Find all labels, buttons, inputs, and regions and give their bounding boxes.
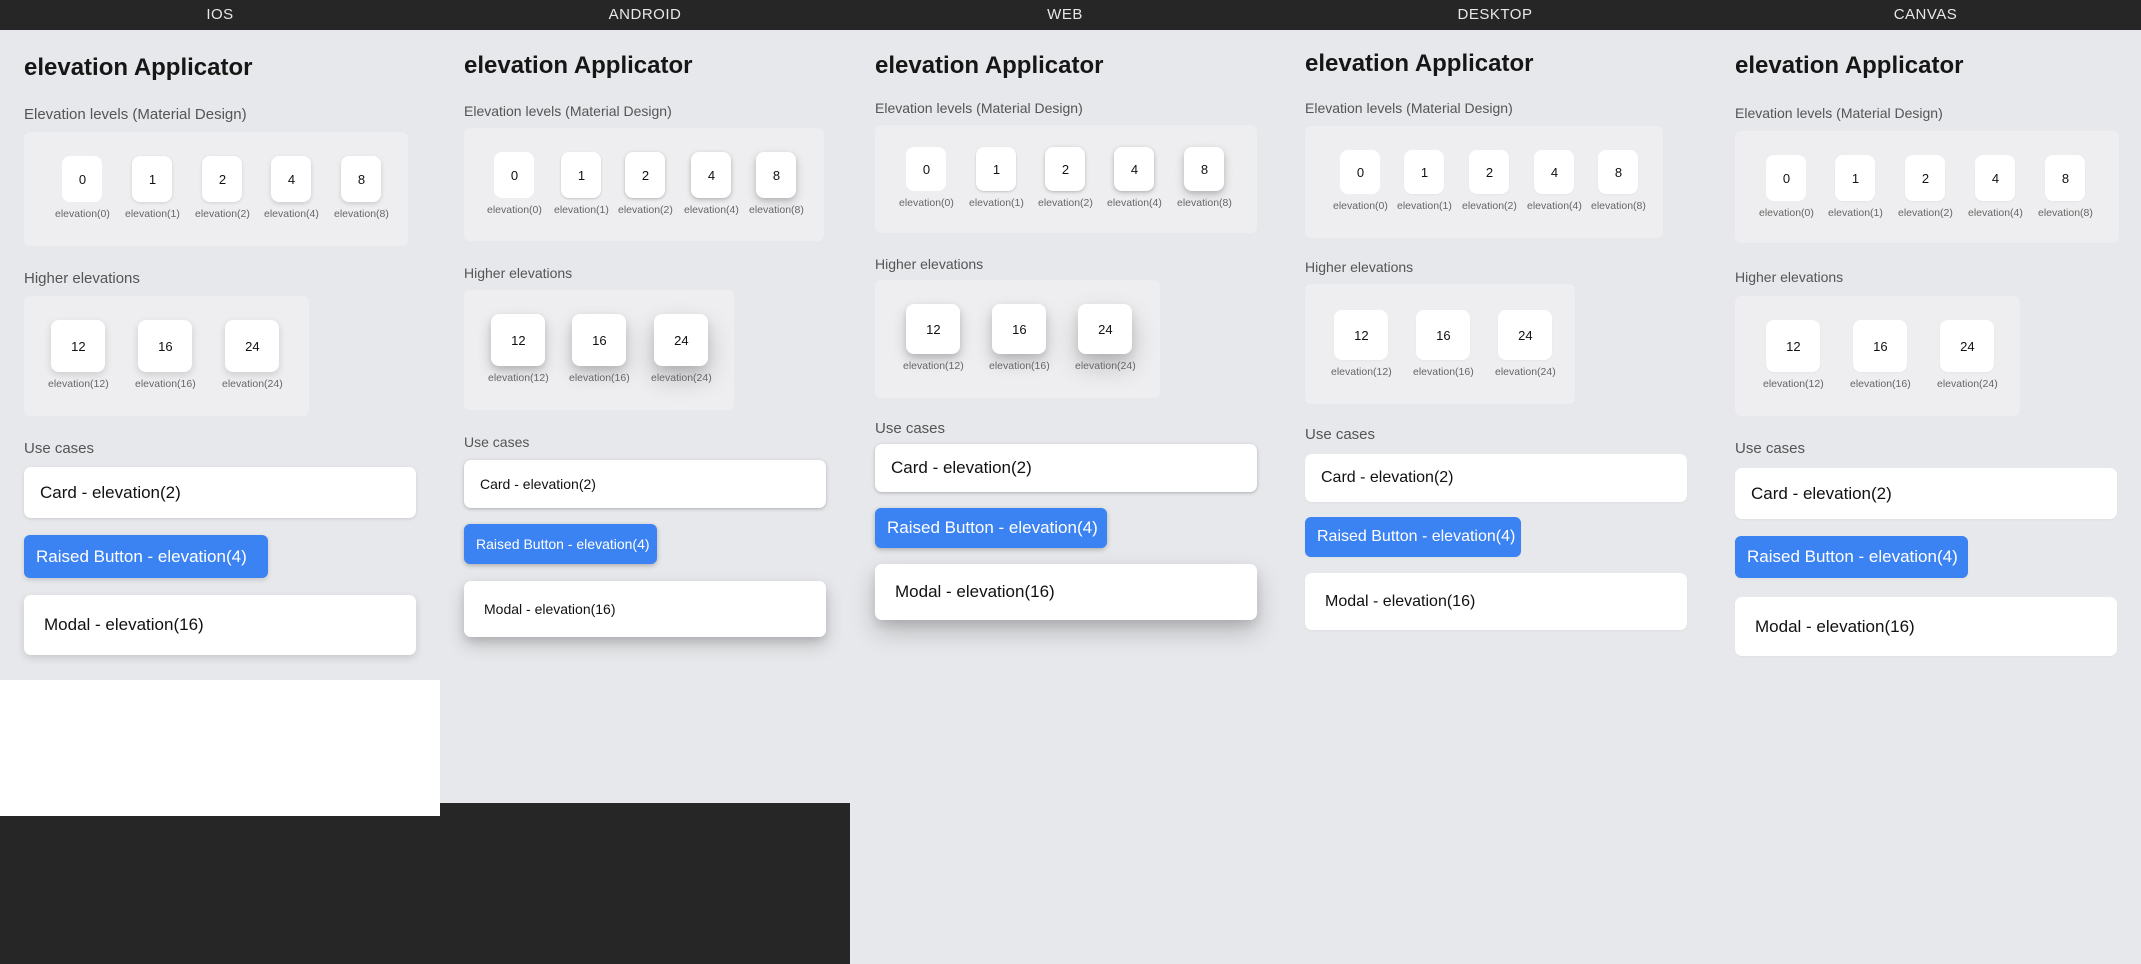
higher-section-label: Higher elevations (1735, 269, 1844, 285)
card-example: Card - elevation(2) (464, 460, 826, 508)
elevation-swatch-12: 12 elevation(12) (903, 304, 964, 372)
elevation-swatch-4: 4 elevation(4) (264, 156, 319, 220)
elevation-swatch-1: 1 elevation(1) (125, 156, 180, 220)
elevation-swatch-4: 4 elevation(4) (1968, 155, 2023, 219)
elevation-swatch-8: 8 elevation(8) (1177, 147, 1232, 209)
elevation-swatch-1: 1 elevation(1) (1397, 150, 1452, 212)
use-cases-label: Use cases (24, 440, 95, 457)
raised-button[interactable]: Raised Button - elevation(4) (875, 508, 1107, 548)
card-example: Card - elevation(2) (875, 444, 1257, 492)
elevation-swatch-12: 12 elevation(12) (48, 320, 109, 390)
column-header-android: ANDROID (440, 0, 850, 30)
elevation-swatch-4: 4 elevation(4) (1527, 150, 1582, 212)
higher-section-label: Higher elevations (24, 270, 140, 287)
page-title: elevation Applicator (1305, 50, 1534, 77)
modal-example: Modal - elevation(16) (1305, 573, 1687, 630)
web-panel: elevation Applicator Elevation levels (M… (850, 30, 1280, 964)
elevation-swatch-0: 0 elevation(0) (1333, 150, 1388, 212)
elevation-swatch-12: 12 elevation(12) (1763, 320, 1824, 390)
android-panel: elevation Applicator Elevation levels (M… (440, 30, 850, 803)
page-title: elevation Applicator (1735, 52, 1964, 79)
levels-tray: 0 elevation(0) 1 elevation(1) 2 elevation(2… (1305, 126, 1663, 238)
elevation-swatch-24: 24 elevation(24) (222, 320, 283, 390)
higher-tray: 12 elevation(12) 16 elevation(16) 24 elevat… (24, 296, 309, 416)
raised-button[interactable]: Raised Button - elevation(4) (464, 524, 657, 564)
column-header-web: WEB (850, 0, 1280, 30)
ios-panel: elevation Applicator Elevation levels (M… (0, 30, 440, 680)
elevation-swatch-2: 2 elevation(2) (1462, 150, 1517, 212)
card-example: Card - elevation(2) (1735, 468, 2117, 519)
elevation-swatch-8: 8 elevation(8) (749, 152, 804, 216)
elevation-swatch-24: 24 elevation(24) (1937, 320, 1998, 390)
elevation-swatch-2: 2 elevation(2) (618, 152, 673, 216)
elevation-swatch-8: 8 elevation(8) (334, 156, 389, 220)
levels-section-label: Elevation levels (Material Design) (24, 106, 247, 123)
elevation-swatch-4: 4 elevation(4) (1107, 147, 1162, 209)
elevation-swatch-4: 4 elevation(4) (684, 152, 739, 216)
elevation-swatch-16: 16 elevation(16) (569, 314, 630, 384)
raised-button[interactable]: Raised Button - elevation(4) (1735, 536, 1968, 578)
elevation-swatch-24: 24 elevation(24) (1495, 310, 1556, 378)
elevation-swatch-2: 2 elevation(2) (1898, 155, 1953, 219)
elevation-swatch-16: 16 elevation(16) (1413, 310, 1474, 378)
elevation-swatch-1: 1 elevation(1) (1828, 155, 1883, 219)
elevation-swatch-0: 0 elevation(0) (899, 147, 954, 209)
levels-section-label: Elevation levels (Material Design) (1735, 105, 1943, 121)
desktop-panel: elevation Applicator Elevation levels (M… (1280, 30, 1710, 964)
levels-tray: 0 elevation(0) 1 elevation(1) 2 elevation(2… (464, 128, 824, 241)
use-cases-label: Use cases (1305, 426, 1376, 443)
column-header-canvas: CANVAS (1710, 0, 2141, 30)
use-cases-label: Use cases (875, 420, 946, 437)
page-title: elevation Applicator (875, 52, 1104, 79)
elevation-swatch-12: 12 elevation(12) (1331, 310, 1392, 378)
elevation-swatch-16: 16 elevation(16) (135, 320, 196, 390)
column-header-desktop: DESKTOP (1280, 0, 1710, 30)
higher-tray: 12 elevation(12) 16 elevation(16) 24 elevat… (1305, 284, 1575, 404)
elevation-swatch-2: 2 elevation(2) (195, 156, 250, 220)
levels-tray: 0 elevation(0) 1 elevation(1) 2 elevation(2… (1735, 131, 2119, 243)
raised-button[interactable]: Raised Button - elevation(4) (1305, 517, 1521, 557)
levels-section-label: Elevation levels (Material Design) (1305, 100, 1513, 116)
elevation-swatch-16: 16 elevation(16) (989, 304, 1050, 372)
elevation-swatch-24: 24 elevation(24) (651, 314, 712, 384)
page-title: elevation Applicator (24, 54, 253, 81)
elevation-swatch-16: 16 elevation(16) (1850, 320, 1911, 390)
ios-blank-area (0, 680, 440, 816)
higher-tray: 12 elevation(12) 16 elevation(16) 24 elevat… (1735, 296, 2020, 416)
elevation-swatch-0: 0 elevation(0) (1759, 155, 1814, 219)
card-example: Card - elevation(2) (24, 467, 416, 518)
levels-section-label: Elevation levels (Material Design) (464, 103, 672, 119)
elevation-swatch-1: 1 elevation(1) (554, 152, 609, 216)
levels-tray: 0 elevation(0) 1 elevation(1) 2 elevation(2… (24, 132, 408, 246)
elevation-swatch-0: 0 elevation(0) (487, 152, 542, 216)
elevation-swatch-2: 2 elevation(2) (1038, 147, 1093, 209)
higher-section-label: Higher elevations (1305, 259, 1414, 275)
modal-example: Modal - elevation(16) (464, 581, 826, 637)
elevation-swatch-8: 8 elevation(8) (1591, 150, 1646, 212)
modal-example: Modal - elevation(16) (875, 564, 1257, 620)
higher-tray: 12 elevation(12) 16 elevation(16) 24 elevat… (464, 290, 734, 410)
raised-button[interactable]: Raised Button - elevation(4) (24, 535, 268, 578)
modal-example: Modal - elevation(16) (1735, 597, 2117, 656)
canvas-panel: elevation Applicator Elevation levels (M… (1710, 30, 2141, 964)
levels-tray: 0 elevation(0) 1 elevation(1) 2 elevation(2… (875, 125, 1257, 233)
elevation-swatch-24: 24 elevation(24) (1075, 304, 1136, 372)
levels-section-label: Elevation levels (Material Design) (875, 100, 1083, 116)
page-title: elevation Applicator (464, 52, 693, 79)
elevation-swatch-12: 12 elevation(12) (488, 314, 549, 384)
elevation-swatch-8: 8 elevation(8) (2038, 155, 2093, 219)
higher-section-label: Higher elevations (875, 256, 984, 272)
card-example: Card - elevation(2) (1305, 454, 1687, 502)
use-cases-label: Use cases (1735, 440, 1806, 457)
higher-section-label: Higher elevations (464, 265, 573, 281)
elevation-swatch-0: 0 elevation(0) (55, 156, 110, 220)
modal-example: Modal - elevation(16) (24, 595, 416, 655)
higher-tray: 12 elevation(12) 16 elevation(16) 24 elevat… (875, 280, 1160, 398)
use-cases-label: Use cases (464, 434, 530, 450)
column-header-ios: IOS (0, 0, 440, 30)
elevation-swatch-1: 1 elevation(1) (969, 147, 1024, 209)
